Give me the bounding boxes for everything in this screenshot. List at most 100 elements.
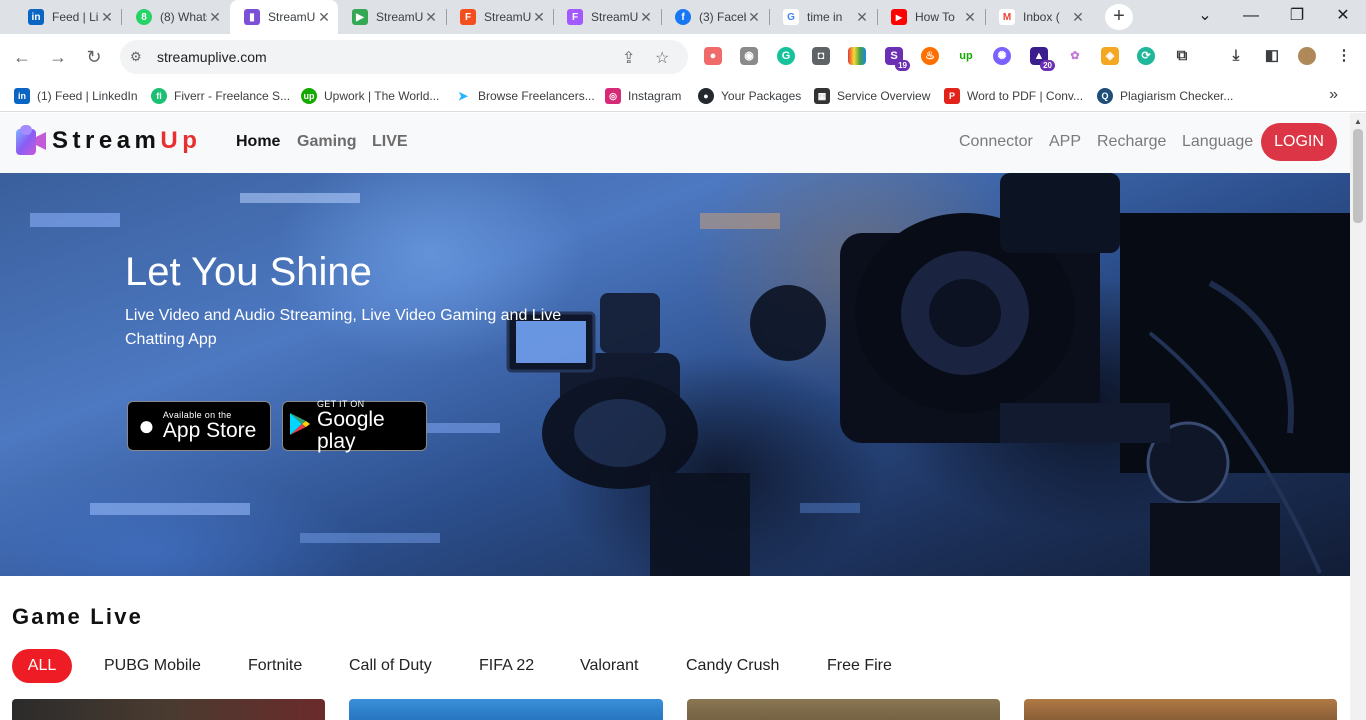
app-store-button[interactable]: ● Available on the App Store <box>127 401 271 451</box>
close-window-button[interactable]: ✕ <box>1321 0 1365 32</box>
tab-title: Inbox ( <box>1023 10 1060 24</box>
close-tab-icon[interactable]: ✕ <box>99 9 115 26</box>
nav-live[interactable]: LIVE <box>372 133 408 151</box>
stream-card-thumbnail[interactable] <box>349 699 663 720</box>
close-tab-icon[interactable]: ✕ <box>316 9 332 26</box>
bookmark-upwork[interactable]: up Upwork | The World... <box>301 87 439 105</box>
close-tab-icon[interactable]: ✕ <box>962 9 978 26</box>
nav-gaming[interactable]: Gaming <box>297 133 357 151</box>
bookmark-linkedin[interactable]: in (1) Feed | LinkedIn <box>14 87 138 105</box>
new-tab-button[interactable]: + <box>1105 4 1133 30</box>
forward-button[interactable]: → <box>45 44 71 70</box>
stream-card-thumbnail[interactable] <box>1024 699 1337 720</box>
tab-streamup-figma-2[interactable]: F StreamUp ✕ <box>553 0 660 34</box>
tab-linkedin[interactable]: in Feed | LinkedIn ✕ <box>14 0 121 34</box>
extension-color-picker-icon[interactable] <box>848 47 866 65</box>
apple-icon: ● <box>138 410 155 441</box>
extension-upwork-icon[interactable]: up <box>957 47 975 65</box>
upwork-icon: up <box>301 88 317 104</box>
bookmark-word-to-pdf[interactable]: P Word to PDF | Conv... <box>944 87 1083 105</box>
extension-fire-icon[interactable]: ♨ <box>921 47 939 65</box>
category-call-of-duty[interactable]: Call of Duty <box>349 649 432 683</box>
category-candy-crush[interactable]: Candy Crush <box>686 649 779 683</box>
tab-search-icon[interactable]: ⌄ <box>1183 0 1227 32</box>
nav-recharge[interactable]: Recharge <box>1097 133 1166 151</box>
stream-card-thumbnail[interactable] <box>12 699 325 720</box>
nav-language[interactable]: Language <box>1182 133 1253 151</box>
category-valorant[interactable]: Valorant <box>580 649 638 683</box>
close-tab-icon[interactable]: ✕ <box>854 9 870 26</box>
side-panel-icon[interactable]: ◧ <box>1263 47 1281 65</box>
close-tab-icon[interactable]: ✕ <box>638 9 654 26</box>
scrollbar-thumb[interactable] <box>1353 129 1363 223</box>
github-icon: ● <box>698 88 714 104</box>
tab-streamup-play[interactable]: ▶ StreamUp ✕ <box>338 0 445 34</box>
address-bar[interactable]: ⚙ streamuplive.com ⇪ ☆ <box>120 40 688 74</box>
bookmark-github[interactable]: ● Your Packages <box>698 87 801 105</box>
extension-screen-recorder-icon[interactable]: ● <box>704 47 722 65</box>
tab-title: StreamUp <box>591 10 638 24</box>
tab-title: (3) Facebook <box>699 10 746 24</box>
nav-app[interactable]: APP <box>1049 133 1081 151</box>
close-tab-icon[interactable]: ✕ <box>531 9 547 26</box>
close-tab-icon[interactable]: ✕ <box>207 9 223 26</box>
browser-tab-strip: in Feed | LinkedIn ✕ 8 (8) WhatsApp ✕ ▮ … <box>0 0 1366 34</box>
bookmark-service-overview[interactable]: ▦ Service Overview <box>814 87 930 105</box>
bookmark-fiverr[interactable]: fi Fiverr - Freelance S... <box>151 87 290 105</box>
site-header: StreamUp Home Gaming LIVE Connector APP … <box>0 113 1350 173</box>
streamup-logo[interactable]: StreamUp <box>14 125 201 157</box>
browser-menu-icon[interactable]: ⋮ <box>1335 47 1353 65</box>
bookmark-star-icon[interactable]: ☆ <box>655 48 669 68</box>
whatsapp-icon: 8 <box>136 9 152 25</box>
gmail-icon: M <box>999 9 1015 25</box>
minimize-button[interactable]: — <box>1229 0 1273 32</box>
tab-youtube[interactable]: ▶ How To ✕ <box>877 0 984 34</box>
share-icon[interactable]: ⇪ <box>622 48 635 68</box>
bookmark-instagram[interactable]: ◎ Instagram <box>605 87 681 105</box>
nav-home[interactable]: Home <box>236 133 280 151</box>
extensions-puzzle-icon[interactable]: ⧉ <box>1173 47 1191 65</box>
tab-gmail[interactable]: M Inbox ( ✕ <box>985 0 1092 34</box>
tab-facebook[interactable]: f (3) Facebook ✕ <box>661 0 768 34</box>
maximize-button[interactable]: ❐ <box>1275 0 1319 32</box>
category-fifa-22[interactable]: FIFA 22 <box>479 649 534 683</box>
google-play-button[interactable]: GET IT ON Google play <box>282 399 427 453</box>
category-free-fire[interactable]: Free Fire <box>827 649 892 683</box>
hero-banner: Let You Shine Live Video and Audio Strea… <box>0 173 1350 576</box>
streamup-icon: ▮ <box>244 9 260 25</box>
google-play-icon: ▶ <box>352 9 368 25</box>
download-icon[interactable]: ⤓ <box>1227 47 1245 65</box>
scroll-up-icon[interactable]: ▲ <box>1354 117 1362 126</box>
close-tab-icon[interactable]: ✕ <box>746 9 762 26</box>
extension-sync-icon[interactable]: ⟳ <box>1137 47 1155 65</box>
close-tab-icon[interactable]: ✕ <box>423 9 439 26</box>
site-info-icon[interactable]: ⚙ <box>130 49 142 65</box>
extension-s-icon[interactable]: S 19 <box>885 47 910 71</box>
reload-button[interactable]: ↻ <box>81 44 107 70</box>
tab-streamup-figma-1[interactable]: F StreamUp ✕ <box>446 0 553 34</box>
nav-connector[interactable]: Connector <box>959 133 1033 151</box>
extension-gear-icon[interactable]: ✺ <box>993 47 1011 65</box>
tab-whatsapp[interactable]: 8 (8) WhatsApp ✕ <box>122 0 229 34</box>
extension-flower-icon[interactable]: ✿ <box>1066 47 1084 65</box>
category-fortnite[interactable]: Fortnite <box>248 649 302 683</box>
category-pubg-mobile[interactable]: PUBG Mobile <box>104 649 201 683</box>
stream-card-thumbnail[interactable] <box>687 699 1000 720</box>
extension-camera-icon[interactable]: ◉ <box>740 47 758 65</box>
profile-avatar[interactable] <box>1298 47 1316 65</box>
tab-google-search[interactable]: G time in ✕ <box>769 0 876 34</box>
back-button[interactable]: ← <box>9 44 35 70</box>
extension-grammarly-icon[interactable]: G <box>777 47 795 65</box>
close-tab-icon[interactable]: ✕ <box>1070 9 1086 26</box>
page-scrollbar[interactable]: ▲ <box>1350 113 1366 720</box>
bookmark-freelancer[interactable]: ➤ Browse Freelancers... <box>455 87 595 105</box>
bookmark-plagiarism-checker[interactable]: Q Plagiarism Checker... <box>1097 87 1233 105</box>
extension-screenshot-icon[interactable]: ◘ <box>812 47 830 65</box>
category-all[interactable]: ALL <box>12 649 72 683</box>
tab-streamup-active[interactable]: ▮ StreamUp ✕ <box>230 0 338 34</box>
extension-graduation-icon[interactable]: ▲ 20 <box>1030 47 1055 71</box>
more-bookmarks-icon[interactable]: » <box>1329 86 1338 104</box>
login-button[interactable]: LOGIN <box>1261 123 1337 161</box>
extension-orange-icon[interactable]: ◈ <box>1101 47 1119 65</box>
hero-title: Let You Shine <box>125 250 372 294</box>
